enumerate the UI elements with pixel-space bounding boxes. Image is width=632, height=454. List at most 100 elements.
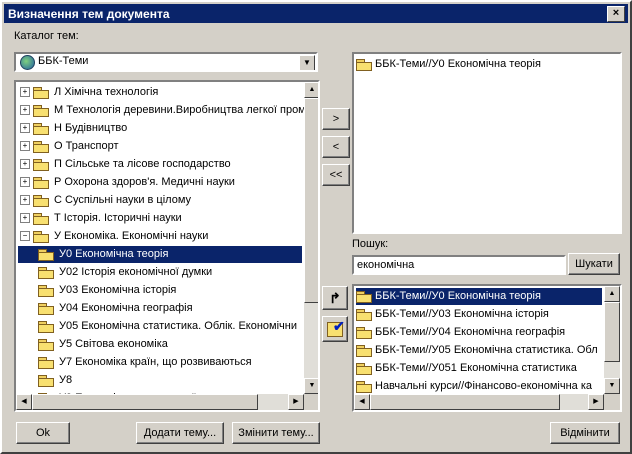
remove-all-button[interactable]: << (322, 164, 350, 186)
close-button[interactable]: × (607, 6, 625, 22)
tree-item-label: П Сільське та лісове господарство (54, 158, 231, 170)
result-label: ББК-Теми//У04 Економічна географія (375, 326, 566, 338)
search-button[interactable]: Шукати (568, 253, 620, 275)
results-scroll-thumb[interactable] (604, 302, 620, 362)
expand-icon[interactable]: − (20, 231, 30, 242)
add-topic-button[interactable]: Додати тему... (136, 422, 224, 444)
topic-tree[interactable]: + Л Хімічна технологія + М Технологія дерев… (14, 80, 320, 412)
expand-icon[interactable]: + (20, 213, 30, 224)
folder-icon (38, 338, 54, 351)
folder-icon (33, 212, 49, 225)
tree-item-label: Т Історія. Історичні науки (54, 212, 182, 224)
scroll-down-icon[interactable]: ▼ (304, 378, 318, 394)
tree-item[interactable]: + М Технологія деревини.Виробництва легко… (20, 102, 310, 119)
result-item[interactable]: Навчальні курси//Фінансово-економічна ка (356, 378, 602, 395)
results-scroll-down-icon[interactable]: ▼ (604, 378, 620, 394)
globe-icon (20, 55, 35, 70)
tree-horizontal-scrollbar[interactable]: ◀ ▶ (16, 394, 304, 410)
ok-button[interactable]: Ok (16, 422, 70, 444)
folder-icon (38, 302, 54, 315)
results-vertical-scrollbar[interactable]: ▲ ▼ (604, 286, 620, 394)
result-label: ББК-Теми//У03 Економічна історія (375, 308, 549, 320)
expand-icon[interactable]: + (20, 141, 30, 152)
folder-icon (356, 290, 372, 303)
result-item[interactable]: ББК-Теми//У05 Економічна статистика. Обл (356, 342, 602, 359)
folder-icon (33, 104, 49, 117)
tree-item[interactable]: У05 Економічна статистика. Облік. Економ… (38, 318, 299, 335)
remove-button[interactable]: < (322, 136, 350, 158)
tree-item[interactable]: + С Суспільні науки в цілому (20, 192, 193, 209)
expand-icon[interactable]: + (20, 105, 30, 116)
tree-item[interactable]: У5 Світова економіка (38, 336, 170, 353)
add-button[interactable]: > (322, 108, 350, 130)
search-input[interactable]: економічна (352, 255, 566, 275)
result-item[interactable]: ББК-Теми//У04 Економічна географія (356, 324, 602, 341)
catalog-combo[interactable]: ББК-Теми ▼ (14, 52, 318, 72)
folder-icon (33, 176, 49, 189)
tree-item[interactable]: + Р Охорона здоров'я. Медичні науки (20, 174, 237, 191)
scroll-corner (304, 394, 318, 410)
hscroll-thumb[interactable] (32, 394, 258, 410)
tree-item[interactable]: − У Економіка. Економічні науки (20, 228, 210, 245)
check-list-icon[interactable]: ✔ (322, 316, 348, 342)
selected-topic-item[interactable]: ББК-Теми//У0 Економічна теорія (356, 56, 541, 73)
search-results-list[interactable]: ББК-Теми//У0 Економічна теорія ББК-Теми//… (352, 284, 622, 412)
tree-item[interactable]: У03 Економічна історія (38, 282, 178, 299)
result-label: ББК-Теми//У051 Економічна статистика (375, 362, 577, 374)
tree-item[interactable]: У7 Економіка країн, що розвиваються (38, 354, 254, 371)
goto-icon[interactable]: ↱ (322, 286, 348, 310)
folder-icon (33, 158, 49, 171)
edit-topic-button[interactable]: Змінити тему... (232, 422, 320, 444)
tree-item[interactable]: + Н Будівництво (20, 120, 129, 137)
tree-item-label: Н Будівництво (54, 122, 128, 134)
results-scroll-up-icon[interactable]: ▲ (604, 286, 620, 302)
expand-icon[interactable]: + (20, 195, 30, 206)
scroll-right-icon[interactable]: ▶ (288, 394, 304, 410)
scroll-up-icon[interactable]: ▲ (304, 82, 318, 98)
chevron-down-icon[interactable]: ▼ (299, 55, 315, 70)
cancel-button[interactable]: Відмінити (550, 422, 620, 444)
expand-icon[interactable]: + (20, 123, 30, 134)
window-title: Визначення тем документа (8, 7, 170, 21)
folder-icon (38, 284, 54, 297)
tree-item-label: С Суспільні науки в цілому (54, 194, 192, 206)
expand-icon[interactable]: + (20, 87, 30, 98)
tree-vertical-scrollbar[interactable]: ▲ ▼ (304, 82, 318, 394)
tree-item[interactable]: + О Транспорт (20, 138, 121, 155)
result-item[interactable]: ББК-Теми//У03 Економічна історія (356, 306, 602, 323)
expand-icon[interactable]: + (20, 159, 30, 170)
tree-item[interactable]: У0 Економічна теорія (18, 246, 302, 263)
selected-topic-label: ББК-Теми//У0 Економічна теорія (375, 58, 541, 70)
tree-item-label: У03 Економічна історія (59, 284, 177, 296)
tree-item[interactable]: У04 Економічна географія (38, 300, 195, 317)
tree-item[interactable]: + Л Хімічна технологія (20, 84, 160, 101)
result-item[interactable]: ББК-Теми//У051 Економічна статистика (356, 360, 602, 377)
title-bar: Визначення тем документа × (4, 4, 628, 23)
folder-icon (38, 248, 54, 261)
scroll-thumb[interactable] (304, 98, 318, 303)
results-scroll-left-icon[interactable]: ◀ (354, 394, 370, 410)
results-scroll-right-icon[interactable]: ▶ (588, 394, 604, 410)
folder-icon (33, 140, 49, 153)
tree-item-label: О Транспорт (54, 140, 119, 152)
tree-item[interactable]: У02 Історія економічної думки (38, 264, 214, 281)
tree-item-label: Р Охорона здоров'я. Медичні науки (54, 176, 235, 188)
expand-icon[interactable]: + (20, 177, 30, 188)
tree-item-label: У02 Історія економічної думки (59, 266, 213, 278)
tree-item[interactable]: У8 (38, 372, 74, 389)
folder-icon (356, 326, 372, 339)
tree-item[interactable]: + П Сільське та лісове господарство (20, 156, 233, 173)
result-item[interactable]: ББК-Теми//У0 Економічна теорія (356, 288, 602, 305)
tree-item-label: У Економіка. Економічні науки (54, 230, 209, 242)
scroll-left-icon[interactable]: ◀ (16, 394, 32, 410)
results-scroll-corner (604, 394, 620, 410)
folder-icon (33, 122, 49, 135)
folder-icon (356, 344, 372, 357)
results-horizontal-scrollbar[interactable]: ◀ ▶ (354, 394, 604, 410)
tree-item[interactable]: + Т Історія. Історичні науки (20, 210, 184, 227)
result-label: Навчальні курси//Фінансово-економічна ка (375, 380, 593, 392)
tree-item-label: У7 Економіка країн, що розвиваються (59, 356, 252, 368)
tree-item-label: Л Хімічна технологія (54, 86, 159, 98)
selected-topics-list[interactable]: ББК-Теми//У0 Економічна теорія (352, 52, 622, 234)
results-hscroll-thumb[interactable] (370, 394, 560, 410)
